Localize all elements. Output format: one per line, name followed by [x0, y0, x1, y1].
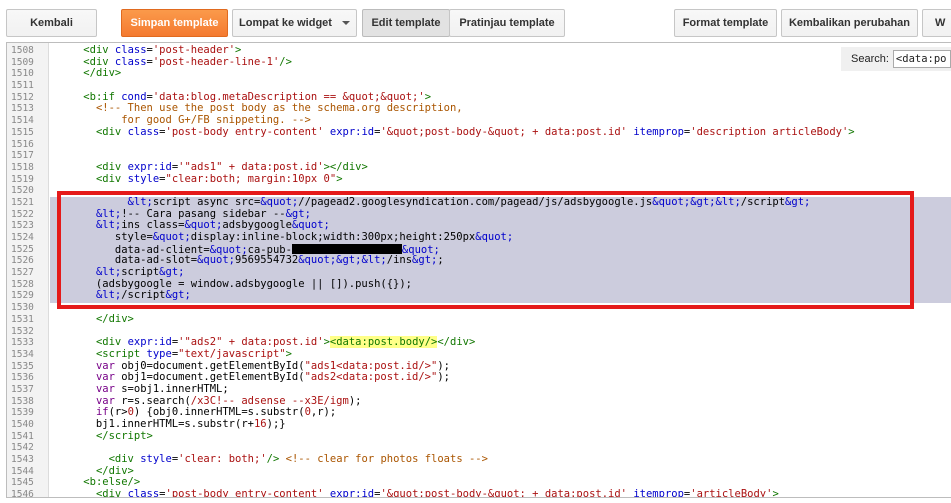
line-number: 1513 — [11, 103, 34, 115]
code-line[interactable]: 1537 var s=obj1.innerHTML; — [7, 383, 951, 396]
jump-to-widget-dropdown[interactable]: Lompat ke widget — [232, 9, 357, 37]
line-number: 1525 — [11, 243, 34, 255]
line-code: <div style="clear:both; margin:10px 0"> — [95, 172, 343, 185]
line-number: 1508 — [11, 45, 34, 56]
format-template-button[interactable]: Format template — [674, 9, 777, 37]
line-number: 1523 — [11, 220, 34, 232]
code-line[interactable]: 1534 <script type="text/javascript"> — [7, 347, 951, 361]
preview-template-button[interactable]: Pratinjau template — [449, 9, 565, 37]
code-editor[interactable]: 1508 <div class='post-header'> 1509 <div … — [6, 42, 951, 498]
code-line[interactable]: 1546 <div class='post-body entry-content… — [7, 488, 951, 498]
line-number: 1529 — [11, 290, 34, 302]
code-line[interactable]: 1544 </div> — [7, 465, 951, 478]
line-number: 1539 — [11, 407, 34, 419]
code-line[interactable]: 1516 — [7, 139, 951, 151]
line-code: <div class='post-body entry-content' exp… — [95, 125, 855, 138]
search-label: Search: — [851, 53, 889, 65]
line-code: <script type="text/javascript"> — [95, 347, 292, 360]
line-code: </script> — [95, 429, 153, 442]
annotation-red-box — [57, 191, 914, 309]
chevron-down-icon — [341, 21, 350, 25]
line-number: 1544 — [11, 465, 34, 477]
line-number: 1515 — [11, 126, 34, 138]
line-number: 1543 — [11, 454, 34, 466]
line-number: 1522 — [11, 208, 34, 220]
line-number: 1540 — [11, 419, 34, 430]
search-bar: Search: <data:po — [841, 47, 951, 71]
line-number: 1546 — [11, 489, 34, 498]
line-code: <div class='post-body entry-content' exp… — [95, 488, 779, 498]
line-code: </div> — [83, 67, 122, 80]
line-number: 1537 — [11, 383, 34, 395]
code-line[interactable]: 1509 <div class='post-header-line-1'/> — [7, 56, 951, 69]
line-number: 1536 — [11, 372, 34, 384]
line-number: 1545 — [11, 477, 34, 489]
line-number: 1518 — [11, 161, 34, 173]
code-line[interactable]: 1519 <div style="clear:both; margin:10px… — [7, 172, 951, 186]
line-number: 1541 — [11, 430, 34, 442]
revert-changes-button[interactable]: Kembalikan perubahan — [781, 9, 918, 37]
line-number: 1534 — [11, 348, 34, 360]
line-number: 1514 — [11, 115, 34, 127]
code-line[interactable]: 1541 </script> — [7, 429, 951, 443]
line-number: 1512 — [11, 91, 34, 103]
line-number: 1527 — [11, 267, 34, 279]
line-code: bj1.innerHTML=s.substr(r+16);} — [58, 418, 286, 430]
line-number: 1532 — [11, 325, 34, 337]
back-button[interactable]: Kembali — [6, 9, 97, 37]
line-number: 1517 — [11, 150, 34, 162]
line-number: 1516 — [11, 138, 34, 150]
line-number: 1531 — [11, 313, 34, 325]
extra-toolbar-button[interactable]: W — [922, 9, 951, 37]
code-line[interactable]: 1543 <div style='clear: both;'/> <!-- cl… — [7, 453, 951, 466]
jump-to-widget-label: Lompat ke widget — [239, 17, 332, 29]
code-line[interactable]: 1511 — [7, 80, 951, 92]
line-number: 1519 — [11, 173, 34, 185]
line-number: 1530 — [11, 302, 34, 314]
code-line[interactable]: 1510 </div> — [7, 68, 951, 80]
line-number: 1538 — [11, 395, 34, 407]
search-input[interactable]: <data:po — [892, 50, 951, 68]
line-number: 1524 — [11, 232, 34, 243]
code-line[interactable]: 1508 <div class='post-header'> — [7, 44, 951, 57]
line-number: 1509 — [11, 56, 34, 68]
line-number: 1510 — [11, 68, 34, 80]
line-number: 1511 — [11, 80, 34, 92]
line-number: 1520 — [11, 185, 34, 197]
line-number: 1528 — [11, 278, 34, 290]
save-template-button[interactable]: Simpan template — [121, 9, 228, 37]
code-line[interactable]: 1531 </div> — [7, 312, 951, 326]
edit-template-button[interactable]: Edit template — [362, 9, 450, 37]
line-code: </div> — [95, 312, 134, 325]
line-number: 1542 — [11, 442, 34, 454]
line-number: 1533 — [11, 337, 34, 349]
toolbar: Kembali Simpan template Lompat ke widget… — [0, 0, 951, 42]
line-number: 1521 — [11, 196, 34, 208]
code-line[interactable]: 1515 <div class='post-body entry-content… — [7, 125, 951, 139]
line-number: 1526 — [11, 255, 34, 267]
line-number: 1535 — [11, 360, 34, 372]
